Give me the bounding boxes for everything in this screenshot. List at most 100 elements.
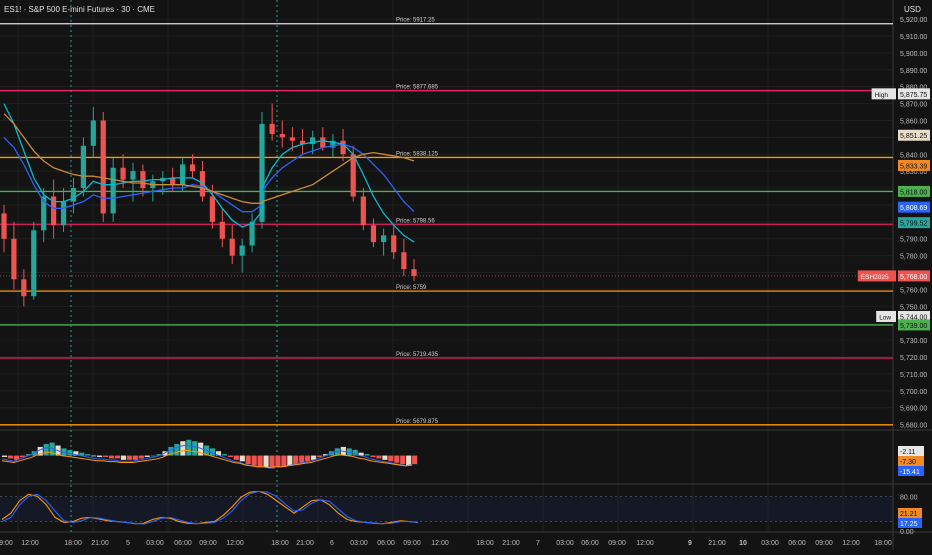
macd-bar[interactable] bbox=[293, 455, 299, 465]
candle-body[interactable] bbox=[370, 225, 377, 243]
time-tick-label: 12:00 bbox=[21, 540, 39, 547]
chart-canvas[interactable]: Price: 5917.25 Price: 5877.685 Price: 5838… bbox=[0, 0, 932, 550]
macd-bar[interactable] bbox=[257, 455, 263, 468]
date-tick-label: 7 bbox=[536, 540, 540, 547]
candle-body[interactable] bbox=[239, 245, 245, 256]
macd-bar[interactable] bbox=[114, 455, 121, 459]
candle-body[interactable] bbox=[401, 252, 407, 270]
macd-bar[interactable] bbox=[120, 455, 126, 460]
time-tick-label: 21:00 bbox=[502, 540, 520, 547]
candle-body[interactable] bbox=[1, 213, 7, 239]
candle-body[interactable] bbox=[360, 196, 366, 226]
price-tick-label: 5,870.00 bbox=[900, 102, 927, 109]
candle-body[interactable] bbox=[120, 167, 126, 180]
macd-bar[interactable] bbox=[180, 441, 186, 456]
candle-body[interactable] bbox=[289, 137, 295, 141]
candle-body[interactable] bbox=[340, 140, 346, 155]
stoch-value-label: 21.21 bbox=[900, 511, 918, 518]
macd-bar[interactable] bbox=[233, 455, 239, 460]
macd-bar[interactable] bbox=[364, 454, 370, 456]
macd-bar[interactable] bbox=[186, 439, 192, 456]
time-tick-label: 03:00 bbox=[350, 540, 368, 547]
chart-title: ES1! · S&P 500 E-mini Futures · 30 · CME bbox=[4, 5, 155, 14]
candle-body[interactable] bbox=[189, 164, 196, 172]
stoch-band bbox=[0, 496, 893, 522]
macd-bar[interactable] bbox=[144, 455, 150, 457]
macd-bar[interactable] bbox=[299, 455, 305, 463]
macd-bar[interactable] bbox=[263, 455, 269, 468]
macd-bar[interactable] bbox=[67, 449, 73, 456]
time-tick-label: 10 bbox=[739, 540, 747, 547]
macd-bar[interactable] bbox=[108, 455, 115, 459]
candle-body[interactable] bbox=[60, 201, 67, 226]
macd-bar[interactable] bbox=[150, 455, 156, 457]
macd-bar[interactable] bbox=[138, 455, 144, 459]
macd-bar[interactable] bbox=[376, 455, 382, 459]
macd-bar[interactable] bbox=[91, 455, 97, 457]
time-tick-label: 21:00 bbox=[296, 540, 314, 547]
candle-body[interactable] bbox=[130, 171, 136, 180]
macd-bar[interactable] bbox=[382, 455, 388, 460]
candle-body[interactable] bbox=[229, 238, 235, 256]
candle-body[interactable] bbox=[249, 221, 255, 246]
time-tick-label: 21:00 bbox=[708, 540, 726, 547]
candle-body[interactable] bbox=[110, 167, 116, 214]
macd-bar[interactable] bbox=[251, 455, 257, 466]
candle-body[interactable] bbox=[381, 235, 387, 243]
candle-body[interactable] bbox=[209, 196, 215, 222]
macd-bar[interactable] bbox=[132, 455, 138, 460]
candle-body[interactable] bbox=[219, 221, 225, 239]
macd-bar[interactable] bbox=[43, 444, 49, 456]
candle-body[interactable] bbox=[180, 164, 186, 185]
candle-body[interactable] bbox=[320, 137, 326, 148]
candle-body[interactable] bbox=[279, 133, 285, 138]
macd-bar[interactable] bbox=[239, 455, 245, 462]
macd-bar[interactable] bbox=[400, 455, 406, 465]
candle-body[interactable] bbox=[269, 123, 275, 134]
macd-bar[interactable] bbox=[406, 455, 412, 466]
candle-body[interactable] bbox=[80, 145, 86, 189]
macd-bar[interactable] bbox=[2, 455, 8, 457]
candle-body[interactable] bbox=[391, 235, 397, 253]
candle-body[interactable] bbox=[100, 120, 106, 214]
time-tick-label: 09:00 bbox=[403, 540, 421, 547]
macd-bar[interactable] bbox=[245, 455, 251, 465]
candle-body[interactable] bbox=[140, 171, 146, 189]
price-level-label: Price: 5838.125 bbox=[396, 151, 439, 157]
candle-body[interactable] bbox=[70, 188, 77, 202]
macd-bar[interactable] bbox=[412, 455, 418, 465]
candle-body[interactable] bbox=[170, 177, 176, 185]
macd-bar[interactable] bbox=[227, 455, 233, 457]
candle-body[interactable] bbox=[31, 230, 37, 297]
macd-bar[interactable] bbox=[7, 455, 14, 459]
price-tick-label: 5,790.00 bbox=[900, 237, 927, 244]
price-tick-label: 5,840.00 bbox=[900, 152, 927, 159]
macd-bar[interactable] bbox=[388, 455, 394, 462]
price-level-label: Price: 5719.435 bbox=[396, 352, 439, 358]
macd-bar[interactable] bbox=[103, 455, 109, 457]
macd-bar[interactable] bbox=[221, 454, 228, 456]
price-tick-label: 5,720.00 bbox=[900, 355, 927, 362]
macd-bar[interactable] bbox=[192, 441, 198, 456]
candle-body[interactable] bbox=[90, 120, 96, 146]
price-tick-label: 5,920.00 bbox=[900, 17, 927, 24]
candle-body[interactable] bbox=[350, 154, 356, 197]
macd-bar[interactable] bbox=[394, 455, 400, 463]
candle-body[interactable] bbox=[411, 269, 417, 276]
macd-bar[interactable] bbox=[85, 454, 91, 456]
macd-bar[interactable] bbox=[126, 455, 132, 460]
macd-bar[interactable] bbox=[287, 455, 293, 466]
candle-body[interactable] bbox=[21, 279, 27, 297]
candle-body[interactable] bbox=[259, 123, 265, 192]
macd-bar[interactable] bbox=[174, 444, 180, 456]
price-level-label: Price: 5679.875 bbox=[396, 419, 439, 425]
macd-bar[interactable] bbox=[275, 455, 281, 468]
macd-bar[interactable] bbox=[97, 455, 103, 457]
currency-label[interactable]: USD bbox=[904, 5, 921, 14]
price-tag-value: 5,851.25 bbox=[900, 133, 927, 140]
macd-bar[interactable] bbox=[305, 455, 311, 462]
candle-body[interactable] bbox=[11, 238, 17, 280]
macd-bar[interactable] bbox=[370, 455, 376, 457]
time-tick-label: 18:00 bbox=[476, 540, 494, 547]
macd-bar[interactable] bbox=[281, 455, 287, 468]
